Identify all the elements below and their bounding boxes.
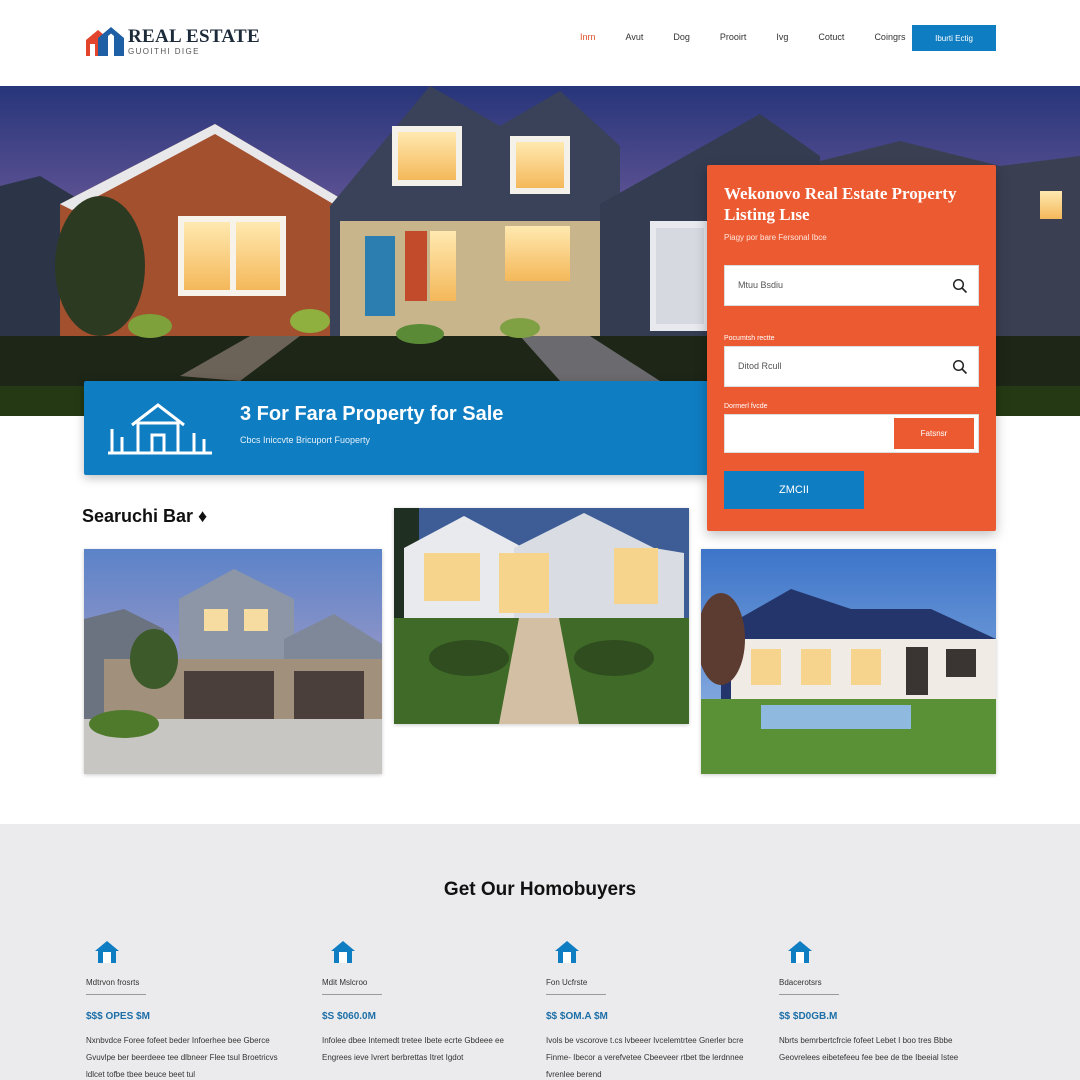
header-cta-button[interactable]: Iburti Ectig (912, 25, 996, 51)
feature-description: Nxnbvdce Foree fofeet beder Infoerhee be… (86, 1036, 278, 1079)
feature-price: $$ $OM.A $M (546, 1011, 608, 1022)
feature-price: $$ $D0GB.M (779, 1011, 838, 1022)
listing-photo (84, 549, 382, 774)
feature-column: Fon Ucfrste $$ $OM.A $M Ivols be vscorov… (546, 939, 756, 1080)
nav-item-contact[interactable]: Cotuct (818, 32, 844, 42)
listing-card[interactable] (701, 549, 996, 774)
feature-label: Mdtrvon frosrts (86, 978, 140, 987)
location-placeholder: Ditod Rcull (738, 361, 782, 371)
price-input[interactable]: Fatsnsr (724, 414, 979, 453)
page: REAL ESTATE GUOITHI DIGE Inrn Avut Dog P… (0, 0, 1080, 1080)
nav-item-listings[interactable]: Ivg (776, 32, 788, 42)
house-icon (108, 403, 212, 455)
nav-item-properties[interactable]: Prooirt (720, 32, 747, 42)
nav-item-home[interactable]: Inrn (580, 32, 596, 42)
feature-column: Mdtrvon frosrts $$$ OPES $M Nxnbvdce For… (86, 939, 296, 1080)
search-panel: Wekonovo Real Estate Property Listing Lı… (707, 165, 996, 531)
panel-subtitle: Piagy por bare Fersonal Ibce (724, 233, 827, 242)
banner-title: 3 For Fara Property for Sale (240, 403, 504, 425)
site-header: REAL ESTATE GUOITHI DIGE Inrn Avut Dog P… (0, 0, 1080, 86)
search-input-primary[interactable]: Mtuu Bsdiu (724, 265, 979, 306)
logo-subtitle: GUOITHI DIGE (128, 46, 200, 56)
nav-item-blog[interactable]: Dog (673, 32, 690, 42)
search-placeholder: Mtuu Bsdiu (738, 280, 784, 290)
house-icon (331, 941, 355, 963)
search-icon[interactable] (952, 278, 968, 294)
price-field-label: Dormerl fvcde (724, 403, 768, 410)
feature-description: Nbrts bemrbertcfrcie fofeet Lebet I boo … (779, 1036, 959, 1062)
feature-column: Mdit Mslcroo $S $060.0M Infolee dbee Int… (322, 939, 532, 1066)
house-icon (555, 941, 579, 963)
logo[interactable]: REAL ESTATE GUOITHI DIGE (84, 24, 260, 58)
section-heading: Searuchi Bar ♦ (82, 506, 208, 526)
panel-title: Wekonovo Real Estate Property Listing Lı… (724, 184, 957, 224)
sale-banner[interactable]: 3 For Fara Property for Sale Cbcs Iniccv… (84, 381, 708, 475)
filter-button[interactable]: Fatsnsr (894, 418, 974, 449)
house-icon (95, 941, 119, 963)
feature-column: Bdacerotsrs $$ $D0GB.M Nbrts bemrbertcfr… (779, 939, 989, 1066)
listing-card[interactable] (394, 508, 689, 724)
listing-card[interactable] (84, 549, 382, 774)
feature-description: Infolee dbee Intemedt tretee Ibete ecrte… (322, 1036, 504, 1062)
divider (779, 994, 839, 995)
feature-description: Ivols be vscorove t.cs lvbeeer Ivcelemtr… (546, 1036, 744, 1079)
feature-label: Bdacerotsrs (779, 978, 822, 987)
divider (546, 994, 606, 995)
feature-label: Fon Ucfrste (546, 978, 588, 987)
location-field-label: Pocumtsh rectte (724, 335, 775, 342)
house-logo-icon (86, 27, 124, 56)
feature-price: $$$ OPES $M (86, 1011, 150, 1022)
house-icon (788, 941, 812, 963)
divider (86, 994, 146, 995)
feature-label: Mdit Mslcroo (322, 978, 368, 987)
nav-item-agents[interactable]: Coingrs (874, 32, 905, 42)
listing-photo (701, 549, 996, 774)
nav-item-about[interactable]: Avut (626, 32, 644, 42)
banner-subtitle: Cbcs Iniccvte Bricuport Fuoperty (240, 435, 371, 445)
listing-photo (394, 508, 689, 724)
search-submit-button[interactable]: ZMCII (724, 471, 864, 509)
main-nav: Inrn Avut Dog Prooirt Ivg Cotuct Coingrs (580, 32, 935, 42)
logo-title: REAL ESTATE (128, 25, 260, 47)
feature-price: $S $060.0M (322, 1011, 376, 1022)
homebuyers-section: Get Our Homobuyers Mdtrvon frosrts $$$ O… (0, 824, 1080, 1080)
homebuyers-title: Get Our Homobuyers (443, 879, 637, 900)
divider (322, 994, 382, 995)
location-input[interactable]: Ditod Rcull (724, 346, 979, 387)
search-icon[interactable] (952, 359, 968, 375)
